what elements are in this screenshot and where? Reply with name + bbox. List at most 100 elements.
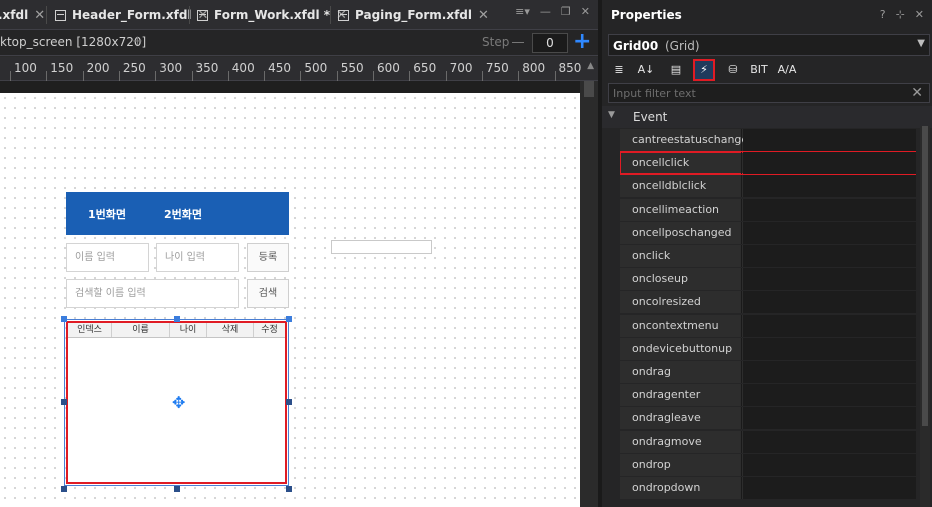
name-input[interactable]: 이름 입력 [66,243,149,272]
sort-alphabetical-icon[interactable]: A↓ [635,59,657,81]
restore-icon[interactable]: ❐ [561,5,571,18]
clear-icon[interactable]: ✕ [911,84,923,102]
scrollbar-thumb[interactable] [922,126,928,426]
event-row-oncontextmenu[interactable]: oncontextmenu [620,314,916,337]
event-row-cantreestatuschange[interactable]: cantreestatuschange [620,129,916,151]
tab-form-work[interactable]: Form_Work.xfdl * ✕ [197,0,347,30]
event-row-oncellposchanged[interactable]: oncellposchanged [620,221,916,244]
screen-selector[interactable]: ktop_screen [1280x720] [0,35,146,49]
pin-icon[interactable]: ⊹ [896,8,905,21]
form-header-bar[interactable]: 1번화면 2번화면 [66,192,289,235]
grid-component[interactable]: 인덱스 이름 나이 삭제 수정 ✥ [66,321,287,484]
binding-icon[interactable]: ⛁ [722,59,744,81]
design-canvas[interactable]: 1번화면 2번화면 이름 입력 나이 입력 등록 검색할 이름 입력 검색 인덱… [0,93,580,507]
tab-xfdl[interactable]: .xfdl ✕ [0,0,45,30]
resize-handle[interactable] [61,399,67,405]
tab-header-form[interactable]: Header_Form.xfdl ✕ [55,0,208,30]
event-handler-field[interactable] [743,314,916,337]
grid-column-header[interactable]: 인덱스 [68,323,112,337]
event-handler-field[interactable] [743,430,916,453]
unnamed-component-box[interactable] [331,240,432,254]
event-row-ondevicebuttonup[interactable]: ondevicebuttonup [620,337,916,360]
grid-column-header[interactable]: 나이 [170,323,207,337]
event-row-oncellimeaction[interactable]: oncellimeaction [620,198,916,221]
event-row-ondrag[interactable]: ondrag [620,361,916,383]
event-handler-field[interactable] [743,384,916,407]
scroll-up-icon[interactable]: ▲ [587,61,594,71]
help-icon[interactable]: ? [880,8,886,21]
properties-scrollbar[interactable] [920,126,930,507]
categorized-view-icon[interactable]: ≣ [608,59,630,81]
resize-handle[interactable] [286,316,292,322]
event-row-ondrop[interactable]: ondrop [620,453,916,476]
category-event[interactable]: ▼ Event [602,106,932,128]
event-list-icon[interactable]: ⚡ [693,59,715,81]
tab-list-menu-icon[interactable]: ≡▾ [515,5,530,18]
event-row-oncelldblclick[interactable]: oncelldblclick [620,175,916,198]
tab-label: .xfdl [0,8,29,22]
tab-screen-1[interactable]: 1번화면 [88,206,126,222]
event-handler-field[interactable] [743,291,916,314]
resize-handle[interactable] [174,316,180,322]
event-row-oncolresized[interactable]: oncolresized [620,291,916,314]
grid-column-header[interactable]: 이름 [112,323,170,337]
move-icon[interactable]: ✥ [172,395,185,411]
chevron-down-icon[interactable]: ▼ [917,38,925,49]
ruler-tick [300,71,302,81]
grid-column-header[interactable]: 삭제 [207,323,254,337]
ruler-label: 450 [268,61,291,75]
event-handler-field[interactable] [743,129,916,151]
resize-handle[interactable] [174,486,180,492]
tab-screen-2[interactable]: 2번화면 [164,206,202,222]
event-row-ondropdown[interactable]: ondropdown [620,477,916,499]
ruler-label: 850 [558,61,582,75]
resize-handle[interactable] [286,486,292,492]
scrollbar-thumb[interactable] [584,81,594,97]
ruler-tick [409,71,411,81]
event-handler-field[interactable] [743,221,916,244]
event-row-ondragleave[interactable]: ondragleave [620,407,916,430]
collapse-icon[interactable]: ▼ [608,110,615,120]
event-row-oncellclick[interactable]: oncellclick [620,151,916,176]
event-row-ondragmove[interactable]: ondragmove [620,430,916,453]
event-handler-field[interactable] [743,361,916,383]
close-icon[interactable]: ✕ [34,8,45,23]
tab-paging-form[interactable]: Paging_Form.xfdl ✕ [338,0,489,30]
text-resource-icon[interactable]: A/A [776,59,798,81]
minimize-icon[interactable]: — [540,5,551,18]
canvas-scrollbar[interactable] [580,81,598,507]
event-row-oncloseup[interactable]: oncloseup [620,268,916,291]
filter-input[interactable] [613,84,903,102]
event-handler-field[interactable] [743,198,916,221]
close-icon[interactable]: ✕ [478,8,489,23]
close-icon[interactable]: ✕ [581,5,590,18]
event-handler-field[interactable] [743,245,916,267]
search-name-input[interactable]: 검색할 이름 입력 [66,279,239,308]
bind-item-icon[interactable]: BIT [748,59,770,81]
event-handler-field[interactable] [743,268,916,291]
ruler-tick [264,71,266,81]
register-button[interactable]: 등록 [247,243,289,272]
resize-handle[interactable] [61,316,67,322]
event-row-ondragenter[interactable]: ondragenter [620,384,916,407]
event-row-onclick[interactable]: onclick [620,245,916,267]
resize-handle[interactable] [286,399,292,405]
event-handler-field[interactable] [743,477,916,499]
event-name: ondragenter [620,384,742,407]
grid-column-header[interactable]: 수정 [254,323,285,337]
event-handler-field[interactable] [743,152,916,175]
resize-handle[interactable] [61,486,67,492]
step-input[interactable]: 0 [532,33,568,53]
event-handler-field[interactable] [743,407,916,430]
property-page-icon[interactable]: ▤ [665,59,687,81]
event-handler-field[interactable] [743,337,916,360]
object-selector[interactable]: Grid00 (Grid) ▼ [608,34,930,56]
add-screen-icon[interactable]: + [132,34,143,49]
form-file-icon [197,9,208,21]
add-step-icon[interactable]: + [573,30,591,54]
search-button[interactable]: 검색 [247,279,289,308]
close-icon[interactable]: ✕ [915,8,924,21]
event-handler-field[interactable] [743,453,916,476]
event-handler-field[interactable] [743,175,916,198]
age-input[interactable]: 나이 입력 [156,243,239,272]
